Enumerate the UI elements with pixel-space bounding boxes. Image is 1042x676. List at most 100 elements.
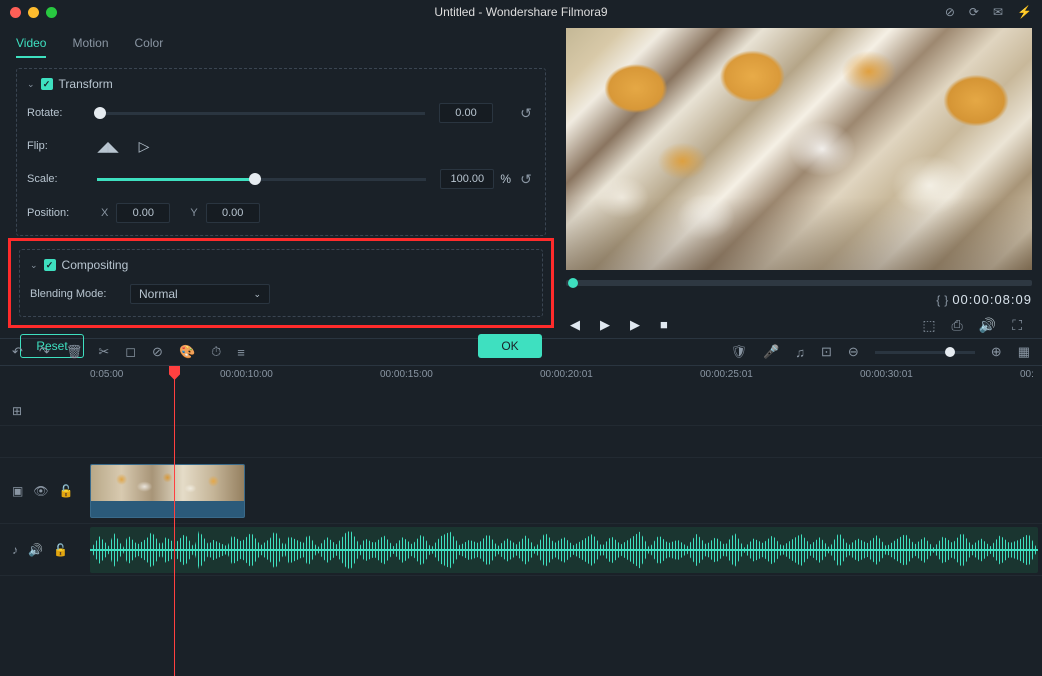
- scale-label: Scale:: [27, 173, 97, 185]
- stop-button[interactable]: ■: [660, 317, 668, 334]
- timecode-display: 00:00:08:09: [952, 292, 1032, 307]
- redo-icon[interactable]: ↷: [39, 344, 50, 360]
- compositing-label: Compositing: [62, 258, 129, 272]
- window-close-button[interactable]: [10, 7, 21, 18]
- ruler-time: 0:05:00: [90, 369, 123, 380]
- properties-panel: Video Motion Color ⌄ ✓ Transform Rotate:…: [0, 24, 562, 338]
- fullscreen-icon[interactable]: ⛶: [1012, 317, 1022, 334]
- y-label: Y: [190, 207, 197, 219]
- transform-label: Transform: [59, 77, 113, 91]
- ruler-time: 00:00:10:00: [220, 369, 273, 380]
- chevron-down-icon: ⌄: [253, 289, 261, 300]
- fit-icon[interactable]: ⊡: [821, 344, 832, 360]
- empty-track: [0, 576, 1042, 624]
- ruler-time: 00:: [1020, 369, 1034, 380]
- scale-unit: %: [500, 172, 511, 186]
- color-icon[interactable]: 🎨: [179, 344, 195, 360]
- audio-clip[interactable]: [90, 527, 1038, 573]
- position-x-input[interactable]: 0.00: [116, 203, 170, 223]
- playhead[interactable]: [174, 366, 175, 676]
- titlebar: Untitled - Wondershare Filmora9 ⊘ ⟳ ✉ ⚡: [0, 0, 1042, 24]
- tab-video[interactable]: Video: [16, 36, 46, 58]
- user-icon[interactable]: ⊘: [945, 5, 955, 19]
- ruler-time: 00:00:15:00: [380, 369, 433, 380]
- cut-icon[interactable]: ✂: [98, 344, 109, 360]
- ruler-time: 00:00:20:01: [540, 369, 593, 380]
- timeline-ruler[interactable]: 0:05:00 00:00:10:00 00:00:15:00 00:00:20…: [0, 366, 1042, 396]
- audio-track-icon: ♪: [12, 543, 18, 557]
- blending-value: Normal: [139, 287, 178, 301]
- flip-horizontal-button[interactable]: ◢◣: [97, 137, 119, 155]
- volume-icon[interactable]: 🔊: [979, 317, 996, 334]
- mute-icon[interactable]: 🔊: [28, 543, 43, 557]
- collapse-icon[interactable]: ⌄: [27, 79, 35, 90]
- lock-icon[interactable]: 🔓: [59, 484, 74, 498]
- window-maximize-button[interactable]: [46, 7, 57, 18]
- lock-icon[interactable]: 🔓: [53, 543, 68, 557]
- next-frame-button[interactable]: ▶: [630, 317, 640, 334]
- mixer-icon[interactable]: ♫: [795, 345, 805, 360]
- zoom-slider[interactable]: [875, 351, 975, 354]
- video-track: ▣ 👁 🔓 Snapshot 2018-12-29 10.52.0: [0, 458, 1042, 524]
- timer-icon[interactable]: ⏱: [211, 344, 221, 360]
- window-minimize-button[interactable]: [28, 7, 39, 18]
- rotate-slider[interactable]: [97, 112, 425, 115]
- flip-vertical-button[interactable]: ▷: [133, 137, 155, 155]
- collapse-icon[interactable]: ⌄: [30, 260, 38, 271]
- mark-out-icon[interactable]: }: [944, 293, 948, 307]
- mark-in-icon[interactable]: {: [936, 293, 940, 307]
- timeline: 0:05:00 00:00:10:00 00:00:15:00 00:00:20…: [0, 366, 1042, 624]
- transform-section: ⌄ ✓ Transform Rotate: 0.00 ↺ Flip: ◢◣ ▷ …: [16, 68, 546, 236]
- blending-mode-select[interactable]: Normal ⌄: [130, 284, 270, 304]
- transform-checkbox[interactable]: ✓: [41, 78, 53, 90]
- zoom-out-icon[interactable]: ⊖: [848, 344, 859, 360]
- audio-track-body[interactable]: [80, 524, 1042, 575]
- ruler-time: 00:00:25:01: [700, 369, 753, 380]
- blending-label: Blending Mode:: [30, 288, 130, 300]
- video-track-body[interactable]: Snapshot 2018-12-29 10.52.0: [80, 458, 1042, 523]
- ruler-time: 00:00:30:01: [860, 369, 913, 380]
- rotate-input[interactable]: 0.00: [439, 103, 493, 123]
- scale-reset-icon[interactable]: ↺: [517, 171, 535, 188]
- preview-scrubber[interactable]: [566, 280, 1032, 286]
- render-icon[interactable]: ⬚: [922, 317, 935, 334]
- rotate-label: Rotate:: [27, 107, 97, 119]
- tab-motion[interactable]: Motion: [72, 36, 108, 58]
- visibility-icon[interactable]: 👁: [33, 484, 48, 498]
- video-clip[interactable]: Snapshot 2018-12-29 10.52.0: [90, 464, 245, 518]
- settings-icon[interactable]: ≡: [237, 345, 245, 360]
- grid-icon[interactable]: ▦: [1018, 344, 1030, 360]
- scale-slider[interactable]: [97, 178, 426, 181]
- prev-frame-button[interactable]: ◀: [570, 317, 580, 334]
- position-label: Position:: [27, 207, 97, 219]
- snapshot-icon[interactable]: ⎙: [952, 317, 963, 334]
- ok-button[interactable]: OK: [478, 334, 542, 358]
- spacer-track: [0, 426, 1042, 458]
- crop-icon[interactable]: ◻: [125, 344, 136, 360]
- bolt-icon[interactable]: ⚡: [1017, 5, 1032, 19]
- compositing-checkbox[interactable]: ✓: [44, 259, 56, 271]
- video-preview[interactable]: [566, 28, 1032, 270]
- window-title: Untitled - Wondershare Filmora9: [434, 5, 607, 19]
- preview-panel: { } 00:00:08:09 ◀ ▶ ▶ ■ ⬚ ⎙ 🔊 ⛶: [562, 24, 1042, 338]
- rotate-reset-icon[interactable]: ↺: [517, 105, 535, 122]
- video-track-icon: ▣: [12, 484, 23, 498]
- position-y-input[interactable]: 0.00: [206, 203, 260, 223]
- add-track-row: ⊞: [0, 396, 1042, 426]
- compositing-section: ⌄ ✓ Compositing Blending Mode: Normal ⌄: [19, 249, 543, 317]
- play-button[interactable]: ▶: [600, 317, 610, 334]
- mail-icon[interactable]: ✉: [993, 5, 1003, 19]
- delete-icon[interactable]: 🗑: [66, 344, 83, 360]
- mic-icon[interactable]: 🎤: [763, 344, 779, 360]
- zoom-in-icon[interactable]: ⊕: [991, 344, 1002, 360]
- cart-icon[interactable]: ⟳: [969, 5, 979, 19]
- undo-icon[interactable]: ↶: [12, 344, 23, 360]
- add-track-icon[interactable]: ⊞: [12, 404, 22, 418]
- shield-icon[interactable]: 🛡: [731, 344, 748, 360]
- x-label: X: [101, 207, 108, 219]
- flip-label: Flip:: [27, 140, 97, 152]
- scale-input[interactable]: 100.00: [440, 169, 494, 189]
- tab-color[interactable]: Color: [135, 36, 164, 58]
- audio-track: ♪ 🔊 🔓: [0, 524, 1042, 576]
- speed-icon[interactable]: ⊘: [152, 344, 163, 360]
